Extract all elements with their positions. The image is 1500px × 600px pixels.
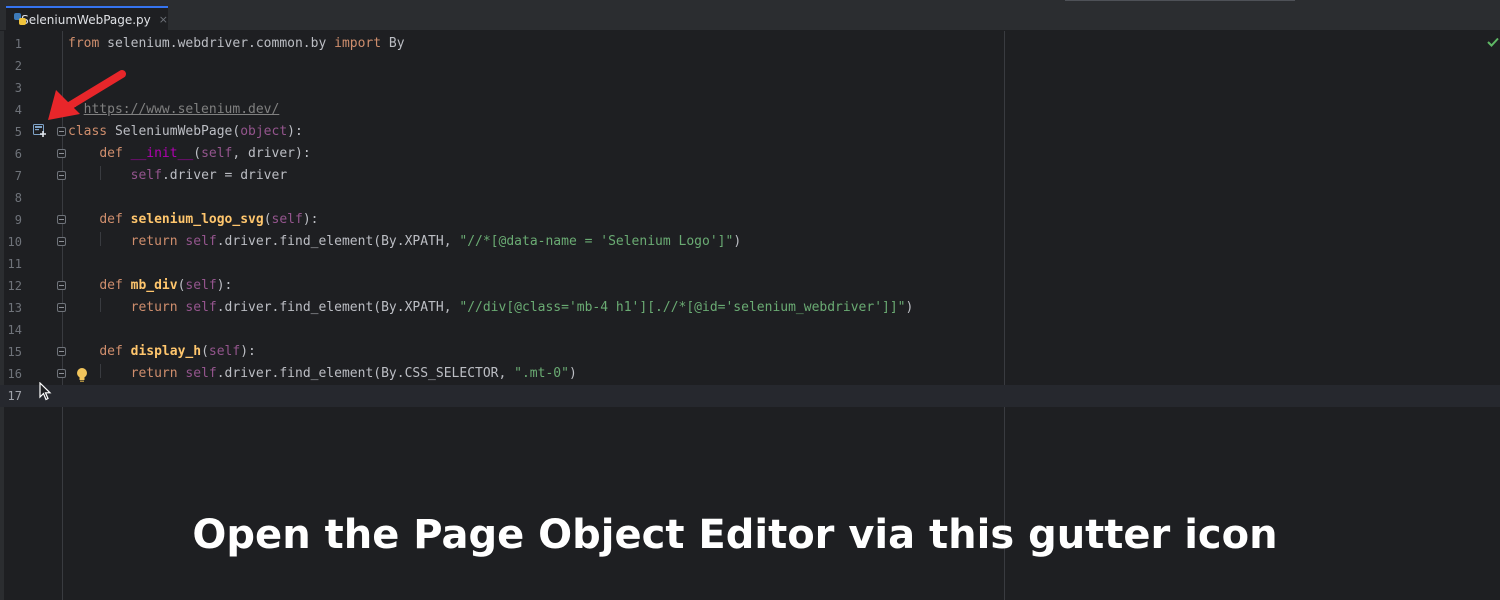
code-line-14[interactable]: 14 [0, 319, 1500, 341]
mouse-cursor-icon [39, 382, 52, 401]
code-text[interactable]: def selenium_logo_svg(self): [68, 209, 318, 231]
red-arrow [48, 70, 126, 120]
code-line-15[interactable]: 15 def display_h(self): [0, 341, 1500, 363]
line-number: 10 [7, 235, 22, 249]
code-line-6[interactable]: 6 def __init__(self, driver): [0, 143, 1500, 165]
line-number: 4 [14, 103, 22, 117]
line-number: 3 [14, 81, 22, 95]
code-line-8[interactable]: 8 [0, 187, 1500, 209]
line-number: 13 [7, 301, 22, 315]
line-number: 11 [7, 257, 22, 271]
code-line-13[interactable]: 13 return self.driver.find_element(By.XP… [0, 297, 1500, 319]
code-text[interactable]: return self.driver.find_element(By.CSS_S… [68, 363, 577, 385]
fold-icon[interactable] [57, 215, 66, 224]
tab-seleniumwebpage-py[interactable]: SeleniumWebPage.py × [6, 6, 168, 31]
line-number: 12 [7, 279, 22, 293]
code-line-9[interactable]: 9 def selenium_logo_svg(self): [0, 209, 1500, 231]
code-line-1[interactable]: 1 from selenium.webdriver.common.by impo… [0, 33, 1500, 55]
fold-icon[interactable] [57, 281, 66, 290]
fold-icon[interactable] [57, 237, 66, 246]
line-number: 16 [7, 367, 22, 381]
line-number: 17 [7, 389, 22, 403]
code-text[interactable]: from selenium.webdriver.common.by import… [68, 33, 405, 55]
line-number: 14 [7, 323, 22, 337]
code-line-4[interactable]: 4 # https://www.selenium.dev/ [0, 99, 1500, 121]
fold-icon[interactable] [57, 369, 66, 378]
line-number: 2 [14, 59, 22, 73]
code-line-17[interactable]: 17 [0, 385, 1500, 407]
editor-tab-bar: SeleniumWebPage.py × [0, 0, 1500, 31]
code-line-11[interactable]: 11 [0, 253, 1500, 275]
tutorial-caption: Open the Page Object Editor via this gut… [192, 512, 1278, 558]
code-text[interactable]: def mb_div(self): [68, 275, 232, 297]
python-file-icon [14, 13, 26, 26]
fold-icon[interactable] [57, 347, 66, 356]
fold-icon[interactable] [57, 303, 66, 312]
tab-label: SeleniumWebPage.py [21, 12, 151, 27]
line-number: 8 [14, 191, 22, 205]
fold-icon[interactable] [57, 149, 66, 158]
tab-bar-divider [1065, 0, 1295, 1]
line-number: 15 [7, 345, 22, 359]
line-number: 5 [14, 125, 22, 139]
fold-icon[interactable] [57, 171, 66, 180]
code-text[interactable]: def display_h(self): [68, 341, 256, 363]
code-line-7[interactable]: 7 self.driver = driver [0, 165, 1500, 187]
code-text[interactable]: return self.driver.find_element(By.XPATH… [68, 297, 914, 319]
line-number: 7 [14, 169, 22, 183]
code-text[interactable]: return self.driver.find_element(By.XPATH… [68, 231, 742, 253]
code-line-16[interactable]: 16 return self.driver.find_element(By.CS… [0, 363, 1500, 385]
code-line-2[interactable]: 2 [0, 55, 1500, 77]
line-number: 9 [14, 213, 22, 227]
line-number: 1 [14, 37, 22, 51]
code-line-12[interactable]: 12 def mb_div(self): [0, 275, 1500, 297]
code-line-5[interactable]: 5 class SeleniumWebPage(object): [0, 121, 1500, 143]
tab-close-icon[interactable]: × [159, 13, 168, 26]
code-line-3[interactable]: 3 [0, 77, 1500, 99]
code-line-10[interactable]: 10 return self.driver.find_element(By.XP… [0, 231, 1500, 253]
line-number: 6 [14, 147, 22, 161]
code-text[interactable]: self.driver = driver [68, 165, 288, 187]
intention-bulb-icon[interactable] [75, 367, 89, 383]
fold-icon[interactable] [57, 127, 66, 136]
code-text[interactable]: def __init__(self, driver): [68, 143, 310, 165]
inspection-ok-check-icon[interactable] [1487, 37, 1499, 47]
